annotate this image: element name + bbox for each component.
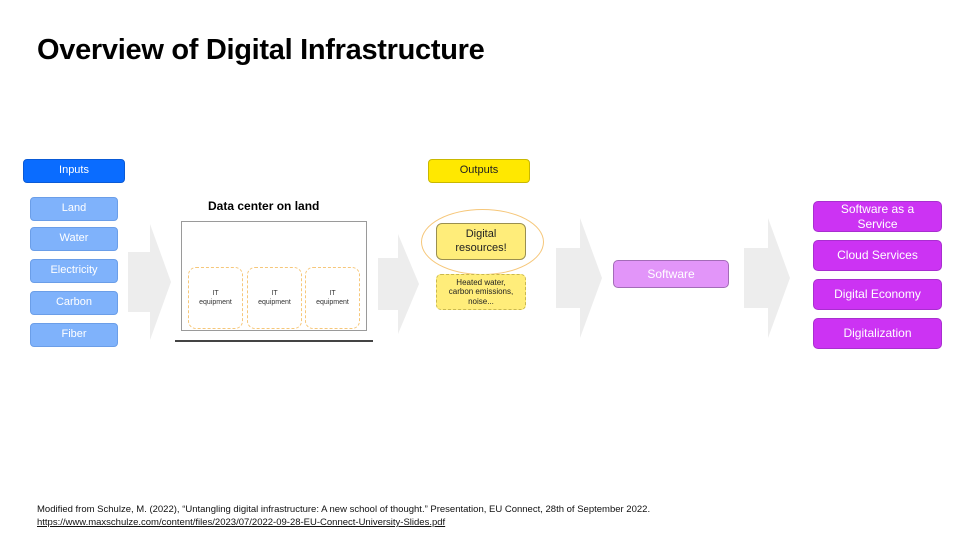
it-equipment-box: IT equipment <box>188 267 243 329</box>
result-digitalization: Digitalization <box>813 318 942 349</box>
result-digital-economy: Digital Economy <box>813 279 942 310</box>
outputs-header: Outputs <box>428 159 530 183</box>
input-item-carbon: Carbon <box>30 291 118 315</box>
software-box: Software <box>613 260 729 288</box>
input-item-land: Land <box>30 197 118 221</box>
byproducts-box: Heated water, carbon emissions, noise... <box>436 274 526 310</box>
slide-title: Overview of Digital Infrastructure <box>37 34 485 66</box>
result-saas: Software as a Service <box>813 201 942 232</box>
data-center-title: Data center on land <box>208 199 320 213</box>
ground-line <box>175 340 373 342</box>
citation-link[interactable]: https://www.maxschulze.com/content/files… <box>37 517 445 528</box>
input-item-electricity: Electricity <box>30 259 118 283</box>
input-item-fiber: Fiber <box>30 323 118 347</box>
inputs-header: Inputs <box>23 159 125 183</box>
it-equipment-box: IT equipment <box>247 267 302 329</box>
flow-arrow-icon <box>744 218 790 338</box>
citation-text: Modified from Schulze, M. (2022), “Untan… <box>37 504 651 515</box>
digital-resources-box: Digital resources! <box>436 223 526 260</box>
flow-arrow-icon <box>128 224 171 340</box>
flow-arrow-icon <box>556 218 602 338</box>
input-item-water: Water <box>30 227 118 251</box>
result-cloud-services: Cloud Services <box>813 240 942 271</box>
flow-arrow-icon <box>378 234 419 334</box>
it-equipment-box: IT equipment <box>305 267 360 329</box>
